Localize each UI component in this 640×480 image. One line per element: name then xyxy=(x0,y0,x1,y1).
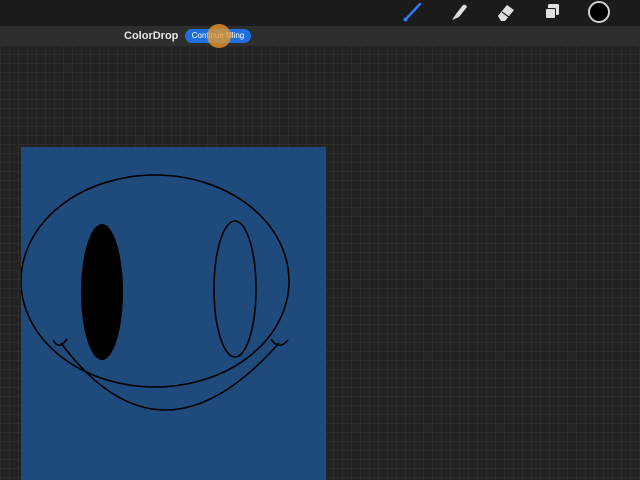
layers-tool[interactable] xyxy=(538,0,566,24)
smudge-tool[interactable] xyxy=(445,0,473,24)
notice-title: ColorDrop xyxy=(124,30,179,42)
eraser-tool[interactable] xyxy=(492,0,520,24)
colordrop-notice-bar xyxy=(0,26,640,46)
right-eye-outline xyxy=(213,220,257,358)
drawing-app: ColorDrop Continue filling xyxy=(0,0,640,480)
smile-left-dimple xyxy=(52,338,68,347)
paintbrush-icon xyxy=(403,2,422,22)
brush-tool[interactable] xyxy=(398,0,426,24)
layers-icon xyxy=(545,4,559,19)
smile-right-dimple xyxy=(270,338,289,347)
top-toolbar xyxy=(0,0,640,26)
smiley-drawing xyxy=(21,174,290,411)
face-outline xyxy=(21,174,290,388)
drawing-canvas[interactable] xyxy=(21,147,326,480)
smudge-finger-icon xyxy=(452,4,467,20)
left-eye-filled xyxy=(81,224,123,360)
color-picker-swatch[interactable] xyxy=(588,1,610,23)
continue-filling-button[interactable]: Continue filling xyxy=(185,29,251,43)
eraser-icon xyxy=(498,5,514,21)
